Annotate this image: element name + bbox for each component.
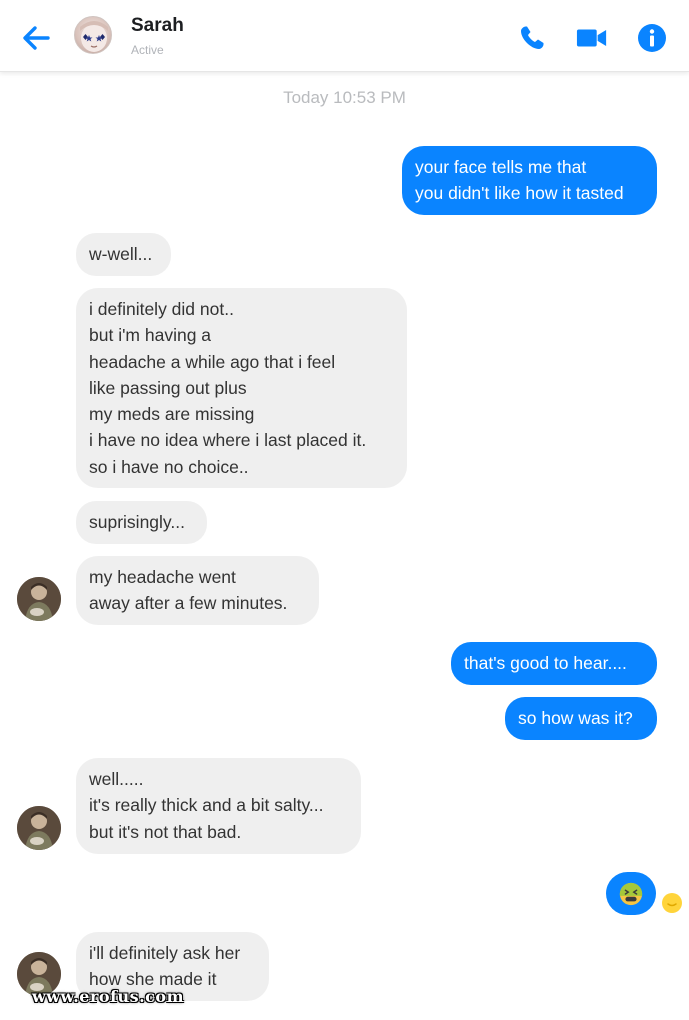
message-bubble-sent-emoji[interactable] bbox=[606, 872, 656, 915]
contact-avatar[interactable] bbox=[74, 16, 112, 54]
message-bubble-received[interactable]: i definitely did not.. but i'm having a … bbox=[76, 288, 407, 488]
conversation-timestamp: Today 10:53 PM bbox=[283, 88, 406, 107]
nauseated-face-icon bbox=[619, 882, 643, 905]
contact-name[interactable]: Sarah bbox=[131, 15, 184, 37]
message-bubble-sent[interactable]: that's good to hear.... bbox=[451, 642, 657, 685]
message-bubble-received[interactable]: my headache went away after a few minute… bbox=[76, 556, 319, 625]
back-arrow-icon[interactable] bbox=[18, 20, 54, 56]
message-bubble-sent[interactable]: so how was it? bbox=[505, 697, 657, 740]
phone-icon[interactable] bbox=[516, 22, 548, 54]
message-bubble-received[interactable]: w-well... bbox=[76, 233, 171, 276]
contact-status: Active bbox=[131, 43, 164, 57]
sender-avatar[interactable] bbox=[17, 577, 61, 621]
sender-avatar[interactable] bbox=[17, 806, 61, 850]
watermark: www.erofus.com bbox=[32, 987, 184, 1006]
message-bubble-received[interactable]: well..... it's really thick and a bit sa… bbox=[76, 758, 361, 854]
seen-indicator-icon bbox=[662, 893, 682, 913]
info-icon[interactable] bbox=[636, 22, 668, 54]
video-camera-icon[interactable] bbox=[576, 22, 608, 54]
message-bubble-sent[interactable]: your face tells me that you didn't like … bbox=[402, 146, 657, 215]
message-bubble-received[interactable]: suprisingly... bbox=[76, 501, 207, 544]
chat-header: Sarah Active bbox=[0, 0, 689, 72]
